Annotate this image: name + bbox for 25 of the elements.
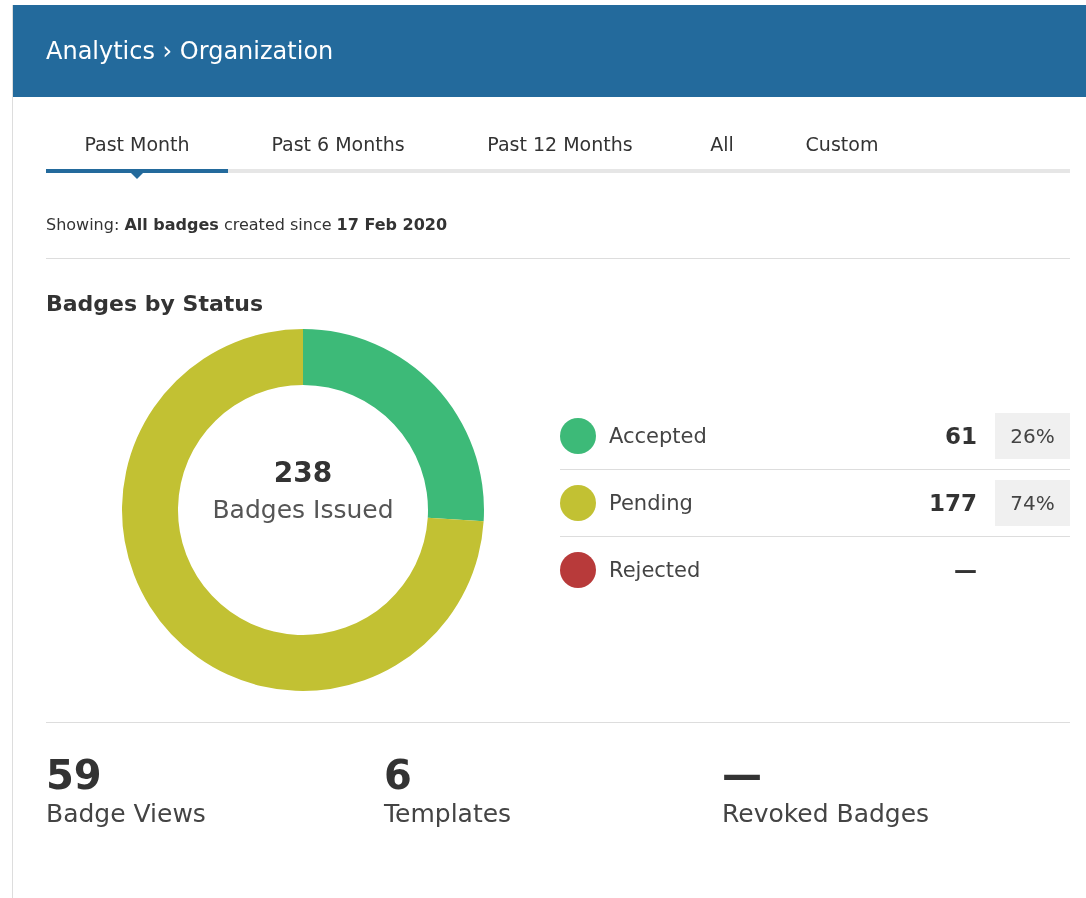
status-percent: 74% <box>995 480 1070 526</box>
page-title: Analytics › Organization <box>46 37 334 65</box>
stat-label: Templates <box>384 799 513 828</box>
total-label: Badges Issued <box>212 495 394 524</box>
status-count: 177 <box>929 490 977 516</box>
section-title: Badges by Status <box>46 291 264 316</box>
status-count: 61 <box>945 423 977 449</box>
filter-summary: Showing: All badges created since 17 Feb 2020 <box>46 215 449 234</box>
status-label: Pending <box>609 491 694 515</box>
status-label: Accepted <box>609 424 708 448</box>
stat-value: 6 <box>384 753 413 797</box>
tab-pointer-icon <box>131 173 143 179</box>
status-count: — <box>954 557 977 583</box>
tab[interactable]: Custom <box>772 133 912 173</box>
tab[interactable]: All <box>672 133 772 173</box>
tab[interactable]: Past 6 Months <box>228 133 448 173</box>
stat-value: 59 <box>46 753 103 797</box>
stat-label: Revoked Badges <box>722 799 931 828</box>
tab[interactable]: Past 12 Months <box>448 133 672 173</box>
stat-label: Badge Views <box>46 799 207 828</box>
status-label: Rejected <box>609 558 702 582</box>
stat-value: — <box>722 753 763 797</box>
status-percent: 26% <box>995 413 1070 459</box>
tab[interactable]: Past Month <box>46 133 228 173</box>
total-count: 238 <box>273 456 333 489</box>
